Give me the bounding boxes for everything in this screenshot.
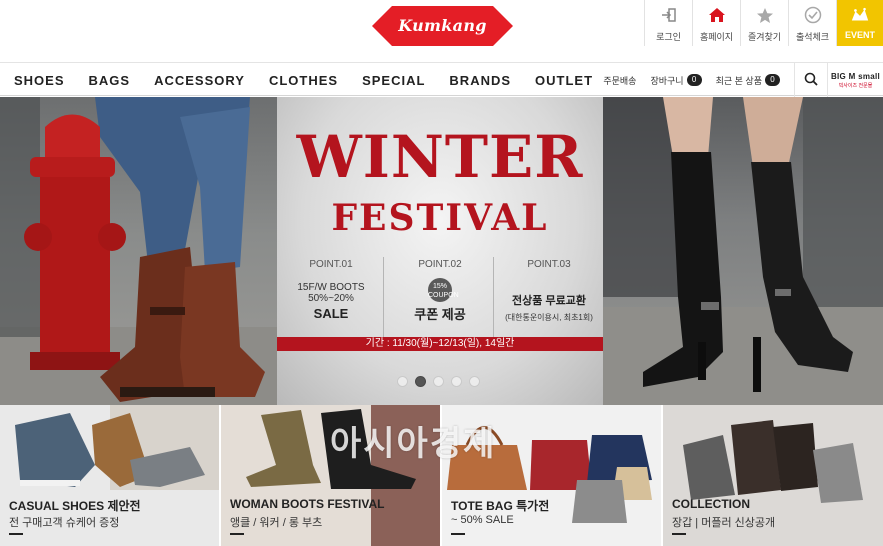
quick-home-label: 홈페이지 — [699, 32, 734, 42]
coupon-badge: 15% COUPON — [428, 278, 459, 302]
tile-collection-title: COLLECTION — [672, 497, 750, 511]
promo-point-2-line2: 쿠폰 제공 — [414, 307, 466, 322]
nav-special[interactable]: SPECIAL — [362, 73, 425, 88]
promo-point-2-head: POINT.02 — [418, 259, 462, 270]
quick-login[interactable]: 로그인 — [644, 0, 692, 46]
tile-casual-shoes[interactable]: CASUAL SHOES 제안전 전 구매고객 슈케어 증정 — [0, 405, 221, 546]
tile-collection-subtitle: 장갑 | 머플러 신상공개 — [672, 517, 776, 529]
search-icon — [804, 72, 818, 88]
promo-point-1-line2: SALE — [313, 306, 349, 321]
quick-attendance[interactable]: 출석체크 — [788, 0, 836, 46]
hero-title-festival: FESTIVAL — [331, 197, 549, 239]
tile-casual-shoes-subtitle: 전 구매고객 슈케어 증정 — [9, 517, 120, 529]
main-nav: SHOES BAGS ACCESSORY CLOTHES SPECIAL BRA… — [0, 62, 883, 97]
event-icon — [850, 6, 870, 24]
hero-slide-indicators — [397, 376, 487, 387]
cart-count-badge: 0 — [686, 74, 702, 86]
promo-point-1-line1: 15F/W BOOTS 50%~20% — [297, 282, 365, 304]
promo-point-3: POINT.03 전상품 무료교환 (대한통운이용시, 최초1회) — [499, 259, 599, 323]
tile-underline — [672, 533, 686, 535]
quick-home[interactable]: 홈페이지 — [692, 0, 740, 46]
news-watermark: 아시아경제 — [330, 425, 497, 463]
quick-favorite-label: 즐겨찾기 — [747, 32, 782, 42]
recent-items-label: 최근 본 상품 — [715, 75, 762, 86]
slide-dot-2[interactable] — [415, 376, 426, 387]
login-icon — [659, 6, 679, 24]
nav-brands[interactable]: BRANDS — [449, 73, 511, 88]
promo-divider — [383, 257, 384, 337]
quick-menu: 로그인 홈페이지 즐겨찾기 출석체크 EVENT — [644, 0, 883, 46]
tile-underline — [451, 533, 465, 535]
winter-festival-promo: WINTER FESTIVAL POINT.01 15F/W BOOTS 50%… — [277, 97, 603, 405]
promo-point-1-head: POINT.01 — [309, 259, 353, 270]
bigm-subtitle: 빅사이즈 전문몰 — [838, 82, 873, 89]
quick-login-label: 로그인 — [656, 32, 681, 42]
hero-photo-black-boots — [603, 97, 883, 405]
tile-woman-boots-title: WOMAN BOOTS FESTIVAL — [230, 497, 385, 511]
cart-label: 장바구니 — [650, 75, 684, 86]
slide-dot-3[interactable] — [433, 376, 444, 387]
category-menu: SHOES BAGS ACCESSORY CLOTHES SPECIAL BRA… — [14, 63, 617, 97]
tile-collection[interactable]: COLLECTION 장갑 | 머플러 신상공개 — [663, 405, 883, 546]
utility-links: 주문배송 장바구니 0 최근 본 상품 0 BIG M small 빅사이즈 전… — [603, 63, 883, 97]
hero-title-winter: WINTER — [296, 123, 584, 191]
nav-clothes[interactable]: CLOTHES — [269, 73, 338, 88]
cart-link[interactable]: 장바구니 0 — [650, 74, 702, 87]
nav-bags[interactable]: BAGS — [89, 73, 131, 88]
quick-attendance-label: 출석체크 — [795, 32, 830, 42]
recent-count-badge: 0 — [765, 74, 780, 86]
top-header: Kumkang 로그인 홈페이지 즐겨찾기 출석체크 EVENT — [0, 0, 883, 62]
order-shipping-link[interactable]: 주문배송 — [603, 74, 636, 87]
nav-shoes[interactable]: SHOES — [14, 73, 65, 88]
promo-point-3-head: POINT.03 — [527, 259, 571, 270]
hero-banner[interactable]: WINTER FESTIVAL POINT.01 15F/W BOOTS 50%… — [0, 97, 883, 405]
quick-event-label: EVENT — [844, 30, 875, 40]
bigm-logo-text: BIG M small — [830, 71, 881, 81]
promo-point-1: POINT.01 15F/W BOOTS 50%~20% SALE — [281, 259, 381, 321]
slide-dot-5[interactable] — [469, 376, 480, 387]
promo-divider — [493, 257, 494, 337]
slide-dot-1[interactable] — [397, 376, 408, 387]
promo-point-3-line2: (대한통운이용시, 최초1회) — [505, 313, 593, 322]
tile-underline — [9, 533, 23, 535]
hero-photo-hydrant-boots — [0, 97, 277, 405]
tile-tote-bag-title: TOTE BAG 특가전 — [451, 499, 550, 513]
tile-casual-shoes-title: CASUAL SHOES 제안전 — [9, 499, 141, 513]
nav-outlet[interactable]: OUTLET — [535, 73, 593, 88]
tile-underline — [230, 533, 244, 535]
home-icon — [707, 6, 727, 24]
tile-tote-bag-subtitle: ~ 50% SALE — [451, 514, 514, 526]
bigm-partner-link[interactable]: BIG M small 빅사이즈 전문몰 — [828, 63, 883, 97]
star-icon — [755, 6, 775, 24]
promo-point-2: POINT.02 15% COUPON 쿠폰 제공 — [390, 259, 490, 323]
order-shipping-label: 주문배송 — [603, 75, 637, 86]
event-period-bar: 기간 : 11/30(월)~12/13(일), 14일간 — [277, 337, 603, 351]
promo-point-3-line1: 전상품 무료교환 — [512, 295, 586, 307]
nav-accessory[interactable]: ACCESSORY — [154, 73, 245, 88]
tile-woman-boots-subtitle: 앵클 / 워커 / 롱 부츠 — [230, 517, 323, 529]
slide-dot-4[interactable] — [451, 376, 462, 387]
recent-items-link[interactable]: 최근 본 상품 0 — [716, 74, 780, 87]
quick-favorite[interactable]: 즐겨찾기 — [740, 0, 788, 46]
check-circle-icon — [803, 6, 823, 24]
search-button[interactable] — [794, 63, 828, 97]
logo-text: Kumkang — [398, 16, 487, 35]
kumkang-logo[interactable]: Kumkang — [370, 4, 515, 48]
quick-event[interactable]: EVENT — [836, 0, 883, 46]
